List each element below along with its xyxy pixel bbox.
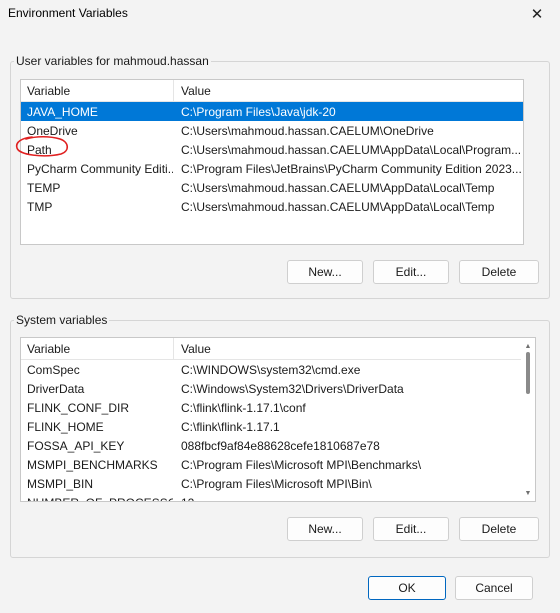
user-variables-list[interactable]: Variable Value JAVA_HOME C:\Program Files… — [20, 79, 524, 245]
user-new-button[interactable]: New... — [287, 260, 363, 284]
close-icon: ✕ — [530, 6, 544, 23]
column-separator[interactable] — [173, 338, 174, 359]
user-list-header: Variable Value — [21, 80, 523, 102]
user-rows: JAVA_HOME C:\Program Files\Java\jdk-20 One… — [21, 102, 523, 216]
column-header-variable[interactable]: Variable — [27, 84, 70, 98]
user-variables-label: User variables for mahmoud.hassan — [14, 54, 211, 68]
user-delete-button[interactable]: Delete — [459, 260, 539, 284]
title-bar: Environment Variables ✕ — [0, 0, 560, 28]
variable-row[interactable]: Path C:\Users\mahmoud.hassan.CAELUM\AppDa… — [21, 140, 523, 159]
variable-value: C:\WINDOWS\system32\cmd.exe — [181, 363, 361, 377]
scrollbar-thumb[interactable] — [526, 352, 530, 394]
variable-name: MSMPI_BENCHMARKS — [27, 458, 158, 472]
variable-value: C:\Program Files\Microsoft MPI\Bin\ — [181, 477, 372, 491]
variable-name: NUMBER_OF_PROCESSORS — [27, 496, 173, 501]
variable-value: C:\Program Files\JetBrains\PyCharm Commu… — [181, 162, 521, 176]
variable-name: Path — [27, 143, 52, 157]
variable-name: DriverData — [27, 382, 85, 396]
system-list-header: Variable Value — [21, 338, 521, 360]
variable-name: OneDrive — [27, 124, 78, 138]
variable-value: C:\Program Files\Microsoft MPI\Benchmark… — [181, 458, 422, 472]
variable-name: FLINK_HOME — [27, 420, 104, 434]
variable-name: PyCharm Community Editi... — [27, 162, 173, 176]
variable-value: C:\Users\mahmoud.hassan.CAELUM\AppData\L… — [181, 200, 495, 214]
variable-value: C:\flink\flink-1.17.1\conf — [181, 401, 306, 415]
column-header-value[interactable]: Value — [181, 342, 211, 356]
variable-value: C:\Users\mahmoud.hassan.CAELUM\AppData\L… — [181, 143, 521, 157]
system-rows: ComSpec C:\WINDOWS\system32\cmd.exe Driver… — [21, 360, 521, 501]
variable-value: C:\Users\mahmoud.hassan.CAELUM\OneDrive — [181, 124, 434, 138]
variable-name: FLINK_CONF_DIR — [27, 401, 130, 415]
variable-name: ComSpec — [27, 363, 80, 377]
variable-row[interactable]: FLINK_HOME C:\flink\flink-1.17.1 — [21, 417, 521, 436]
system-new-button[interactable]: New... — [287, 517, 363, 541]
system-variables-label: System variables — [14, 313, 110, 327]
scroll-down-arrow-icon[interactable]: ▼ — [521, 487, 535, 499]
variable-name: TEMP — [27, 181, 61, 195]
user-edit-button[interactable]: Edit... — [373, 260, 449, 284]
variable-row[interactable]: FOSSA_API_KEY 088fbcf9af84e88628cefe18106… — [21, 436, 521, 455]
variable-row[interactable]: JAVA_HOME C:\Program Files\Java\jdk-20 — [21, 102, 523, 121]
window-title: Environment Variables — [8, 6, 128, 20]
variable-row[interactable]: PyCharm Community Editi... C:\Program Fil… — [21, 159, 523, 178]
system-variables-list[interactable]: Variable Value ComSpec C:\WINDOWS\system3… — [20, 337, 536, 502]
variable-row[interactable]: MSMPI_BENCHMARKS C:\Program Files\Microso… — [21, 455, 521, 474]
variable-row[interactable]: TEMP C:\Users\mahmoud.hassan.CAELUM\AppDa… — [21, 178, 523, 197]
variable-row[interactable]: DriverData C:\Windows\System32\Drivers\Dr… — [21, 379, 521, 398]
variable-value: C:\Users\mahmoud.hassan.CAELUM\AppData\L… — [181, 181, 495, 195]
column-separator[interactable] — [173, 80, 174, 101]
variable-name: TMP — [27, 200, 53, 214]
variable-value: C:\flink\flink-1.17.1 — [181, 420, 280, 434]
system-edit-button[interactable]: Edit... — [373, 517, 449, 541]
close-button[interactable]: ✕ — [514, 0, 560, 28]
variable-name: MSMPI_BIN — [27, 477, 94, 491]
variable-name: JAVA_HOME — [27, 105, 98, 119]
variable-row[interactable]: MSMPI_BIN C:\Program Files\Microsoft MPI\… — [21, 474, 521, 493]
variable-row[interactable]: NUMBER_OF_PROCESSORS 12 — [21, 493, 521, 501]
variable-value: 088fbcf9af84e88628cefe1810687e78 — [181, 439, 380, 453]
column-header-variable[interactable]: Variable — [27, 342, 70, 356]
vertical-scrollbar[interactable]: ▲ ▼ — [521, 338, 535, 501]
ok-button[interactable]: OK — [368, 576, 446, 600]
variable-name: FOSSA_API_KEY — [27, 439, 125, 453]
variable-row[interactable]: ComSpec C:\WINDOWS\system32\cmd.exe — [21, 360, 521, 379]
variable-value: C:\Windows\System32\Drivers\DriverData — [181, 382, 404, 396]
variable-value: C:\Program Files\Java\jdk-20 — [181, 105, 336, 119]
system-delete-button[interactable]: Delete — [459, 517, 539, 541]
column-header-value[interactable]: Value — [181, 84, 211, 98]
variable-row[interactable]: OneDrive C:\Users\mahmoud.hassan.CAELUM\O… — [21, 121, 523, 140]
cancel-button[interactable]: Cancel — [455, 576, 533, 600]
scroll-up-arrow-icon[interactable]: ▲ — [521, 340, 535, 352]
variable-row[interactable]: TMP C:\Users\mahmoud.hassan.CAELUM\AppDat… — [21, 197, 523, 216]
variable-row[interactable]: FLINK_CONF_DIR C:\flink\flink-1.17.1\conf — [21, 398, 521, 417]
variable-value: 12 — [181, 496, 521, 501]
